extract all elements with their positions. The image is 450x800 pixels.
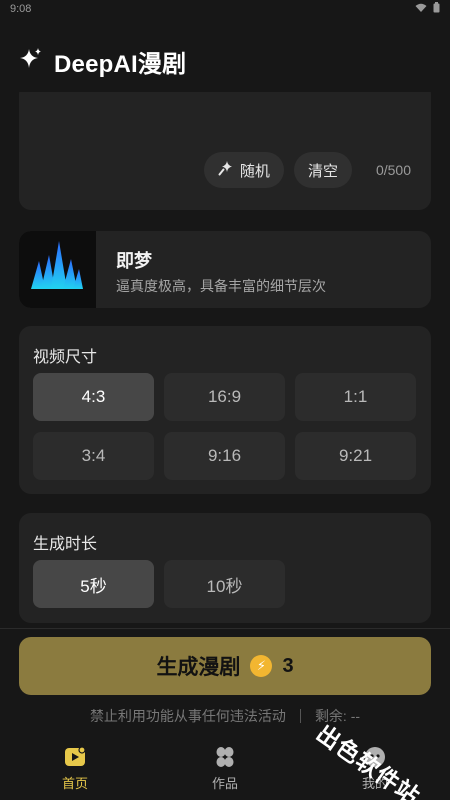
play-icon — [63, 745, 87, 769]
size-option-3-4[interactable]: 3:4 — [33, 432, 154, 480]
clear-button[interactable]: 清空 — [293, 152, 352, 188]
magic-wand-icon — [218, 160, 234, 180]
clear-button-label: 清空 — [307, 162, 338, 180]
tab-home-label: 首页 — [61, 776, 88, 791]
status-icons — [415, 2, 440, 16]
size-option-4-3[interactable]: 4:3 — [33, 373, 154, 421]
prompt-actions: 随机 清空 0/500 — [203, 152, 411, 188]
model-thumbnail — [19, 231, 96, 308]
bottom-divider — [0, 628, 450, 629]
prompt-input-card[interactable]: 随机 清空 0/500 — [19, 92, 431, 210]
model-description: 逼真度极高，具备丰富的细节层次 — [116, 278, 326, 294]
model-selector-card[interactable]: 即梦 逼真度极高，具备丰富的细节层次 — [19, 231, 431, 308]
size-option-16-9[interactable]: 16:9 — [164, 373, 285, 421]
lightning-coin-icon: ⚡ — [250, 655, 273, 677]
footnote: 禁止利用功能从事任何违法活动 剩余: -- — [0, 706, 450, 726]
status-bar: 9:08 — [0, 0, 450, 18]
generate-button-label: 生成漫剧 — [156, 656, 241, 679]
model-logo-icon — [31, 241, 83, 289]
video-size-title: 视频尺寸 — [33, 349, 98, 366]
size-option-9-16[interactable]: 9:16 — [164, 432, 285, 480]
tab-works[interactable]: 作品 — [165, 745, 285, 800]
battery-icon — [433, 2, 440, 16]
wifi-icon — [415, 3, 427, 16]
video-size-card: 视频尺寸 4:3 16:9 1:1 3:4 9:16 9:21 — [19, 326, 431, 494]
size-option-1-1[interactable]: 1:1 — [295, 373, 416, 421]
usage-warning: 禁止利用功能从事任何违法活动 — [89, 708, 286, 724]
content-scroll-area[interactable]: 随机 清空 0/500 即梦 逼真度极高，具备丰富的细节层次 视频尺寸 4:3 … — [0, 92, 450, 627]
size-option-9-21[interactable]: 9:21 — [295, 432, 416, 480]
generate-button[interactable]: 生成漫剧 ⚡ 3 — [19, 637, 431, 695]
random-button[interactable]: 随机 — [203, 152, 284, 188]
duration-title: 生成时长 — [33, 536, 98, 553]
app-header: DeepAI漫剧 — [0, 36, 450, 86]
tab-works-label: 作品 — [211, 776, 238, 791]
duration-card: 生成时长 5秒 10秒 — [19, 513, 431, 623]
sparkle-icon — [18, 46, 44, 77]
status-time: 9:08 — [10, 3, 32, 15]
char-counter: 0/500 — [375, 162, 411, 178]
model-name: 即梦 — [116, 251, 152, 271]
random-button-label: 随机 — [239, 162, 270, 180]
duration-option-10s[interactable]: 10秒 — [164, 560, 285, 608]
app-title: DeepAI漫剧 — [54, 50, 187, 78]
tab-home[interactable]: 首页 — [15, 745, 135, 800]
generate-cost: 3 — [282, 654, 294, 677]
grid-icon — [213, 745, 237, 769]
footnote-separator — [299, 709, 301, 723]
duration-option-5s[interactable]: 5秒 — [33, 560, 154, 608]
